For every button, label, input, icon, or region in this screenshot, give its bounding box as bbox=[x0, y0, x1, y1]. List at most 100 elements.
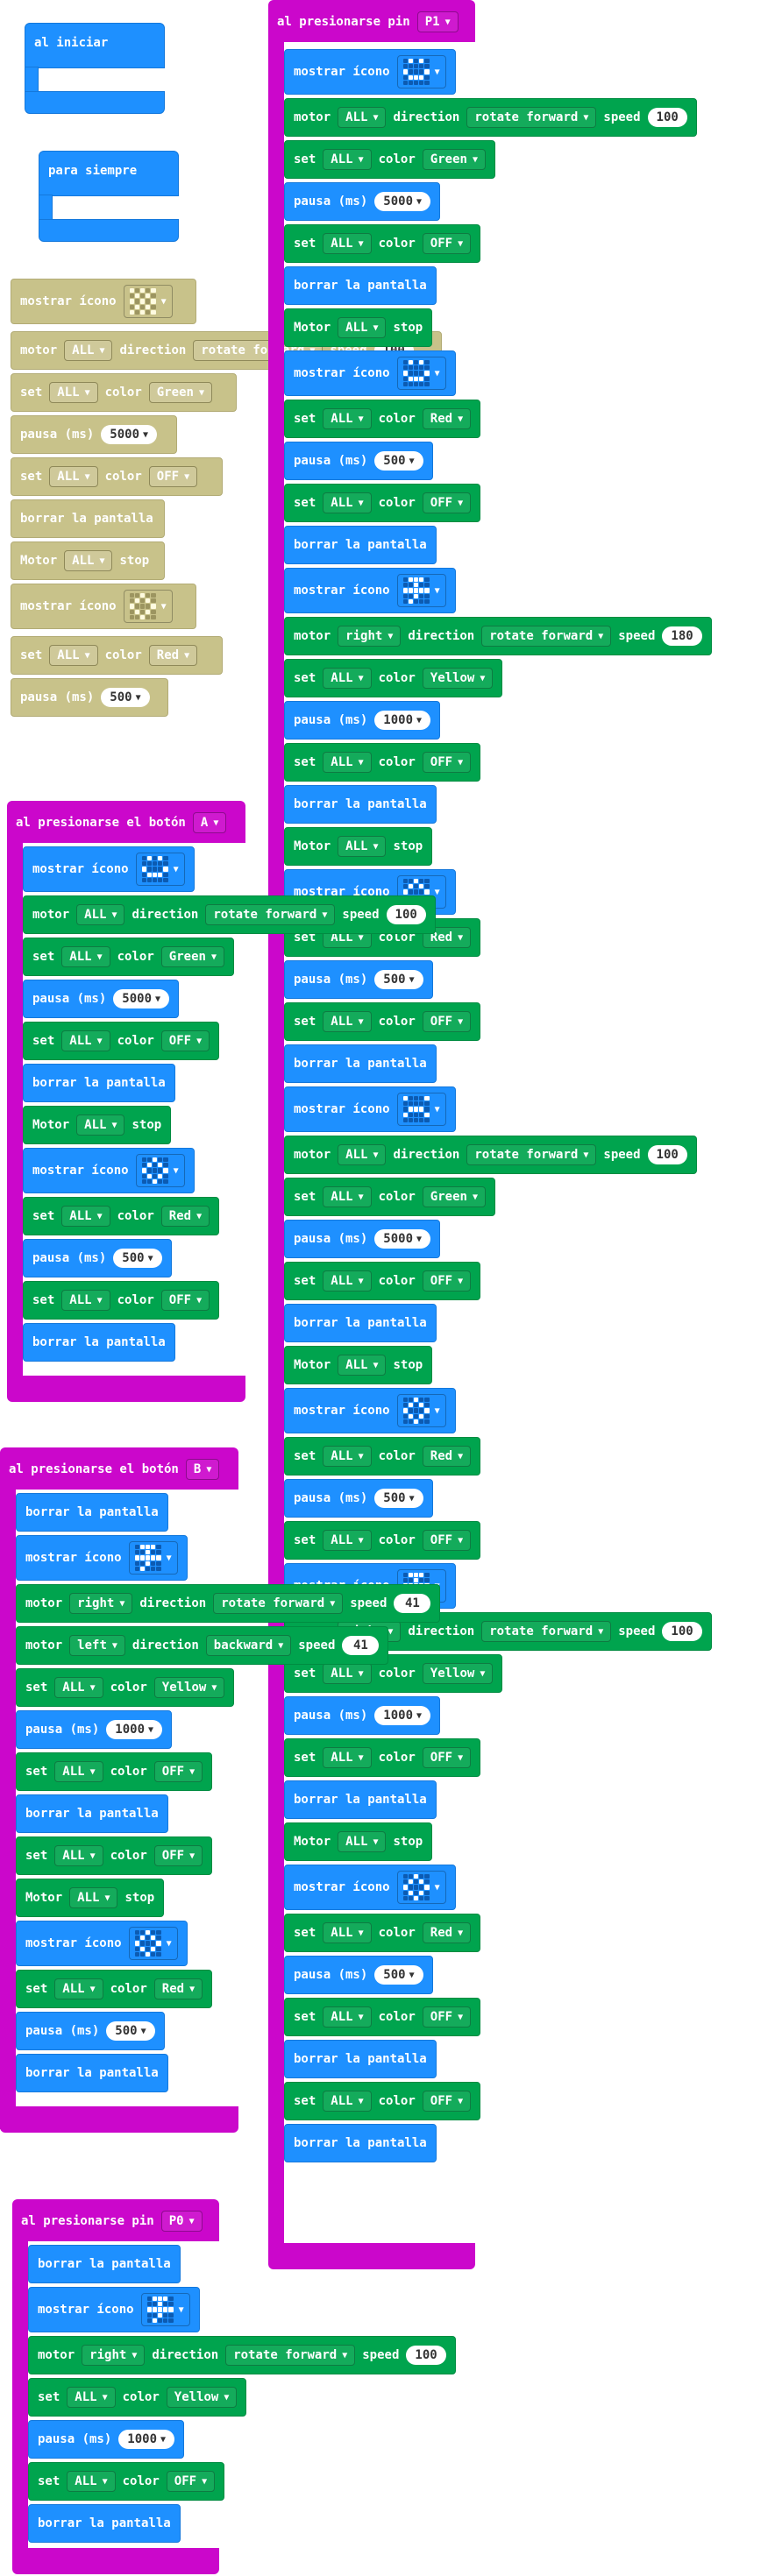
pause-input[interactable]: 500 ▼ bbox=[374, 451, 423, 471]
direction-select[interactable]: rotate forward ▼ bbox=[466, 1144, 597, 1165]
led-select[interactable]: ALL ▼ bbox=[323, 492, 372, 513]
pause-input[interactable]: 500 ▼ bbox=[113, 1249, 162, 1268]
set-color-block[interactable]: set ALL ▼ color OFF ▼ bbox=[284, 2082, 481, 2120]
show-icon-block[interactable]: mostrar ícono ▼ bbox=[284, 1388, 456, 1433]
direction-select[interactable]: rotate forward ▼ bbox=[481, 626, 612, 647]
show-icon-block[interactable]: mostrar ícono ▼ bbox=[16, 1921, 188, 1966]
speed-input[interactable]: 100 bbox=[386, 905, 426, 924]
direction-select[interactable]: rotate forward ▼ bbox=[481, 1621, 612, 1642]
color-select[interactable]: OFF ▼ bbox=[422, 233, 472, 254]
pin-select[interactable]: P0 ▼ bbox=[160, 2211, 203, 2232]
pause-block[interactable]: pausa (ms) 1000 ▼ bbox=[16, 1710, 173, 1749]
motor-run-block[interactable]: motor left ▼ direction backward ▼ speed 41 bbox=[16, 1626, 389, 1665]
speed-input[interactable]: 100 bbox=[647, 108, 687, 127]
motor-select[interactable]: ALL ▼ bbox=[76, 904, 125, 925]
motor-select[interactable]: right ▼ bbox=[69, 1593, 133, 1614]
clear-screen-block[interactable]: borrar la pantalla bbox=[16, 1493, 168, 1532]
pause-block[interactable]: pausa (ms) 500 ▼ bbox=[16, 2012, 165, 2050]
icon-picker[interactable]: ▼ bbox=[396, 55, 446, 88]
ghost-show-icon-block[interactable]: mostrar ícono ▼ bbox=[11, 584, 196, 629]
motor-stop-block[interactable]: Motor ALL ▼ stop bbox=[284, 1346, 433, 1384]
pause-block[interactable]: pausa (ms) 500 ▼ bbox=[284, 960, 433, 999]
pause-block[interactable]: pausa (ms) 5000 ▼ bbox=[23, 980, 180, 1018]
motor-stop-block[interactable]: Motor ALL ▼ stop bbox=[23, 1106, 172, 1144]
set-color-block[interactable]: set ALL ▼ color OFF ▼ bbox=[284, 1521, 481, 1560]
led-select[interactable]: ALL ▼ bbox=[323, 233, 372, 254]
color-select[interactable]: OFF ▼ bbox=[422, 1011, 472, 1032]
pause-input[interactable]: 5000 ▼ bbox=[374, 192, 431, 211]
set-color-block[interactable]: set ALL ▼ color OFF ▼ bbox=[284, 1998, 481, 2036]
set-color-block[interactable]: set ALL ▼ color OFF ▼ bbox=[23, 1281, 220, 1320]
speed-input[interactable]: 100 bbox=[647, 1145, 687, 1164]
set-color-block[interactable]: set ALL ▼ color OFF ▼ bbox=[284, 1262, 481, 1300]
led-select[interactable]: ALL ▼ bbox=[323, 408, 372, 429]
led-select[interactable]: ALL ▼ bbox=[54, 1761, 103, 1782]
led-select[interactable]: ALL ▼ bbox=[61, 1030, 110, 1051]
color-select[interactable]: Yellow ▼ bbox=[422, 1663, 494, 1684]
direction-select[interactable]: rotate forward ▼ bbox=[225, 2345, 356, 2366]
clear-screen-block[interactable]: borrar la pantalla bbox=[23, 1323, 175, 1362]
icon-picker[interactable]: ▼ bbox=[396, 574, 446, 607]
motor-select[interactable]: ALL ▼ bbox=[69, 1887, 118, 1908]
speed-input[interactable]: 100 bbox=[406, 2346, 446, 2365]
icon-picker[interactable]: ▼ bbox=[128, 1927, 178, 1960]
set-color-block[interactable]: set ALL ▼ color OFF ▼ bbox=[16, 1836, 213, 1875]
direction-select[interactable]: backward ▼ bbox=[205, 1635, 292, 1656]
icon-picker[interactable]: ▼ bbox=[396, 357, 446, 390]
motor-select[interactable]: ALL ▼ bbox=[338, 1355, 387, 1376]
clear-screen-block[interactable]: borrar la pantalla bbox=[284, 526, 437, 564]
motor-select[interactable]: ALL ▼ bbox=[64, 550, 113, 571]
set-color-block[interactable]: set ALL ▼ color OFF ▼ bbox=[16, 1752, 213, 1791]
led-select[interactable]: ALL ▼ bbox=[323, 1011, 372, 1032]
button-b-event-block[interactable]: al presionarse el botón B ▼ bbox=[0, 1447, 238, 1490]
color-select[interactable]: OFF ▼ bbox=[153, 1845, 203, 1866]
on-start-block[interactable]: al iniciar bbox=[25, 23, 165, 68]
motor-select[interactable]: ALL ▼ bbox=[76, 1115, 125, 1136]
pause-input[interactable]: 500 ▼ bbox=[374, 1965, 423, 1985]
pause-input[interactable]: 1000 ▼ bbox=[118, 2430, 175, 2449]
motor-select[interactable]: right ▼ bbox=[82, 2345, 146, 2366]
show-icon-block[interactable]: mostrar ícono ▼ bbox=[284, 49, 456, 95]
led-select[interactable]: ALL ▼ bbox=[323, 1446, 372, 1467]
ghost-pause-block[interactable]: pausa (ms) 5000 ▼ bbox=[11, 415, 177, 454]
led-select[interactable]: ALL ▼ bbox=[54, 1845, 103, 1866]
pause-input[interactable]: 500 ▼ bbox=[106, 2021, 155, 2041]
clear-screen-block[interactable]: borrar la pantalla bbox=[284, 2040, 437, 2078]
show-icon-block[interactable]: mostrar ícono ▼ bbox=[23, 1148, 195, 1193]
color-select[interactable]: OFF ▼ bbox=[422, 1530, 472, 1551]
color-select[interactable]: Red ▼ bbox=[422, 1446, 472, 1467]
color-select[interactable]: OFF ▼ bbox=[422, 2091, 472, 2112]
motor-select[interactable]: ALL ▼ bbox=[338, 317, 387, 338]
set-color-block[interactable]: set ALL ▼ color Yellow ▼ bbox=[16, 1668, 235, 1707]
motor-run-block[interactable]: motor ALL ▼ direction rotate forward ▼ speed 10… bbox=[284, 1136, 697, 1174]
color-select[interactable]: Green ▼ bbox=[422, 1186, 486, 1207]
button-a-event-block[interactable]: al presionarse el botón A ▼ bbox=[7, 801, 245, 843]
pause-input[interactable]: 5000 ▼ bbox=[101, 425, 158, 444]
motor-select[interactable]: ALL ▼ bbox=[338, 1144, 387, 1165]
pause-block[interactable]: pausa (ms) 1000 ▼ bbox=[284, 701, 441, 740]
set-color-block[interactable]: set ALL ▼ color Yellow ▼ bbox=[284, 659, 503, 697]
show-icon-block[interactable]: mostrar ícono ▼ bbox=[284, 350, 456, 396]
set-color-block[interactable]: set ALL ▼ color OFF ▼ bbox=[23, 1022, 220, 1060]
icon-picker[interactable]: ▼ bbox=[396, 1871, 446, 1904]
pause-input[interactable]: 5000 ▼ bbox=[374, 1229, 431, 1249]
show-icon-block[interactable]: mostrar ícono ▼ bbox=[284, 568, 456, 613]
icon-picker[interactable]: ▼ bbox=[135, 1154, 185, 1187]
set-color-block[interactable]: set ALL ▼ color Red ▼ bbox=[16, 1970, 213, 2008]
motor-select[interactable]: left ▼ bbox=[69, 1635, 125, 1656]
color-select[interactable]: OFF ▼ bbox=[153, 1761, 203, 1782]
color-select[interactable]: Red ▼ bbox=[153, 1978, 203, 1999]
motor-stop-block[interactable]: Motor ALL ▼ stop bbox=[284, 827, 433, 866]
set-color-block[interactable]: set ALL ▼ color Red ▼ bbox=[284, 400, 481, 438]
set-color-block[interactable]: set ALL ▼ color Green ▼ bbox=[284, 140, 495, 179]
led-select[interactable]: ALL ▼ bbox=[54, 1677, 103, 1698]
icon-picker[interactable]: ▼ bbox=[396, 1394, 446, 1427]
motor-stop-block[interactable]: Motor ALL ▼ stop bbox=[284, 308, 433, 347]
led-select[interactable]: ALL ▼ bbox=[323, 752, 372, 773]
icon-picker[interactable]: ▼ bbox=[140, 2293, 190, 2326]
clear-screen-block[interactable]: borrar la pantalla bbox=[28, 2245, 181, 2283]
set-color-block[interactable]: set ALL ▼ color Red ▼ bbox=[23, 1197, 220, 1235]
ghost-clear-block[interactable]: borrar la pantalla bbox=[11, 499, 165, 538]
color-select[interactable]: OFF ▼ bbox=[148, 466, 198, 487]
led-select[interactable]: ALL ▼ bbox=[323, 1186, 372, 1207]
